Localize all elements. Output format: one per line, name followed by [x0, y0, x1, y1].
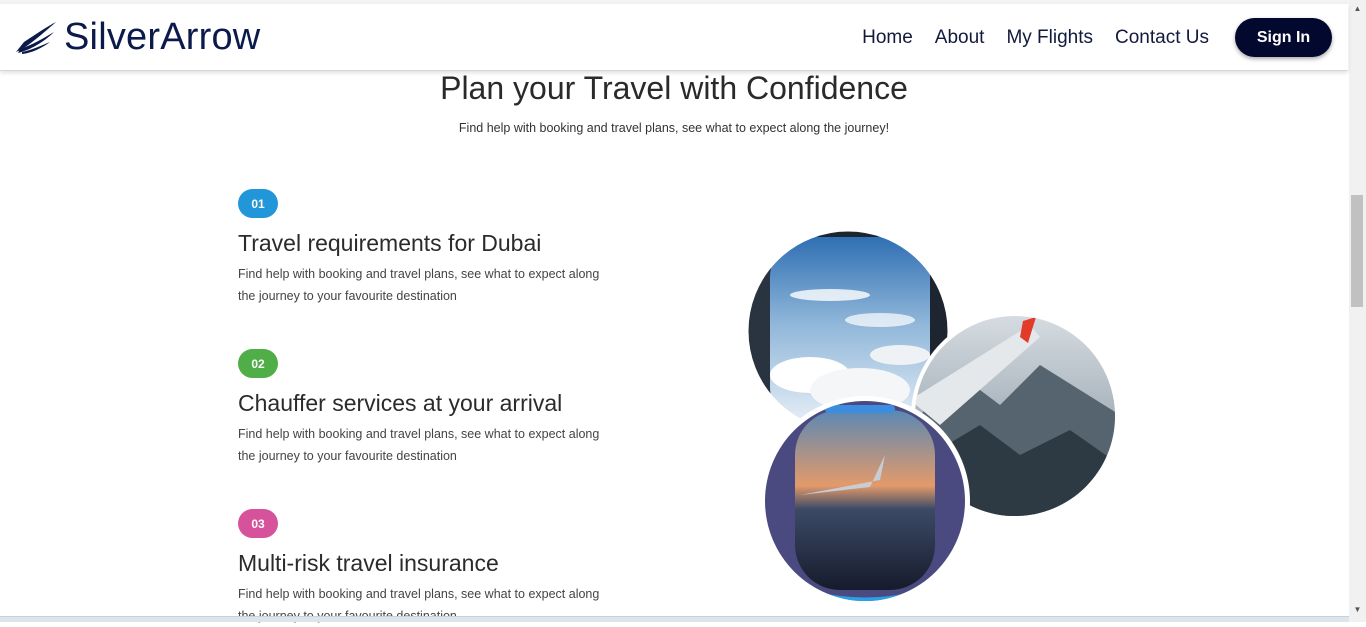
browser-bottom-edge: [0, 616, 1349, 622]
section-title: Plan your Travel with Confidence: [440, 70, 908, 106]
feature-description: Find help with booking and travel plans,…: [238, 267, 600, 303]
feature-item-2: 02 Chauffer services at your arrival Fin…: [238, 349, 618, 467]
logo[interactable]: SilverArrow: [14, 14, 260, 60]
nav-my-flights[interactable]: My Flights: [1006, 27, 1093, 49]
scroll-up-arrow-icon[interactable]: ▲: [1349, 0, 1366, 17]
section-subtitle: Find help with booking and travel plans,…: [458, 121, 890, 135]
feature-description: Find help with booking and travel plans,…: [238, 427, 600, 463]
number-badge: 01: [238, 189, 278, 218]
main-nav: Home About My Flights Contact Us Sign In: [862, 18, 1332, 57]
wing-logo-icon: [16, 22, 56, 54]
page-scrollbar[interactable]: ▲ ▼: [1349, 0, 1366, 622]
number-badge: 02: [238, 349, 278, 378]
feature-title: Travel requirements for Dubai: [238, 230, 542, 256]
logo-text: SilverArrow: [64, 16, 261, 58]
scroll-down-arrow-icon[interactable]: ▼: [1349, 601, 1366, 618]
nav-home[interactable]: Home: [862, 27, 913, 49]
nav-contact-us[interactable]: Contact Us: [1115, 27, 1209, 49]
feature-item-3: 03 Multi-risk travel insurance Find help…: [238, 509, 618, 627]
travel-photo-collage: [747, 230, 1119, 606]
feature-title: Multi-risk travel insurance: [238, 550, 499, 576]
sign-in-button[interactable]: Sign In: [1235, 18, 1332, 57]
nav-about[interactable]: About: [935, 27, 985, 49]
number-badge: 03: [238, 509, 278, 538]
scrollbar-thumb[interactable]: [1351, 195, 1363, 307]
feature-title: Chauffer services at your arrival: [238, 390, 563, 416]
site-header: SilverArrow Home About My Flights Contac…: [0, 4, 1348, 71]
feature-item-1: 01 Travel requirements for Dubai Find he…: [238, 189, 618, 307]
